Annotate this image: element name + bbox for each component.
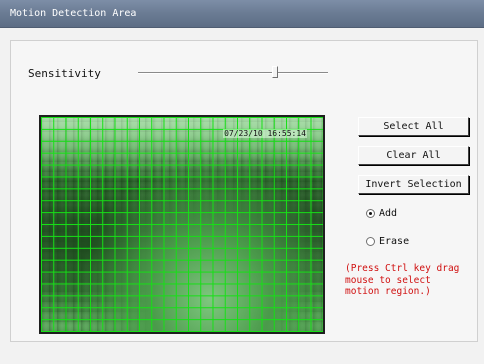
radio-add[interactable]: Add (366, 208, 397, 219)
hint-line: motion region.) (345, 286, 431, 297)
clear-all-button[interactable]: Clear All (358, 146, 469, 165)
window-title: Motion Detection Area (10, 8, 137, 19)
radio-add-label: Add (379, 208, 398, 219)
video-timestamp: 07/23/10 16:55:14 (223, 129, 307, 138)
motion-detection-grid[interactable] (41, 117, 323, 332)
invert-selection-button[interactable]: Invert Selection (358, 175, 469, 194)
motion-area-video[interactable]: 07/23/10 16:55:14 (39, 115, 325, 334)
sensitivity-label: Sensitivity (28, 67, 101, 80)
hint-line: mouse to select (345, 274, 431, 286)
select-all-button[interactable]: Select All (358, 117, 469, 136)
radio-erase-label: Erase (379, 236, 410, 247)
sensitivity-slider[interactable] (138, 66, 328, 80)
radio-erase[interactable]: Erase (366, 236, 409, 247)
slider-thumb[interactable] (271, 66, 278, 78)
radio-add-indicator[interactable] (366, 208, 375, 218)
radio-erase-indicator[interactable] (366, 236, 375, 246)
hint-line: (Press Ctrl key drag (345, 263, 460, 274)
window-edge (484, 0, 491, 364)
drag-hint: (Press Ctrl key drag mouse to select mot… (345, 263, 480, 298)
slider-track[interactable] (138, 72, 328, 74)
window-titlebar: Motion Detection Area (0, 0, 484, 28)
